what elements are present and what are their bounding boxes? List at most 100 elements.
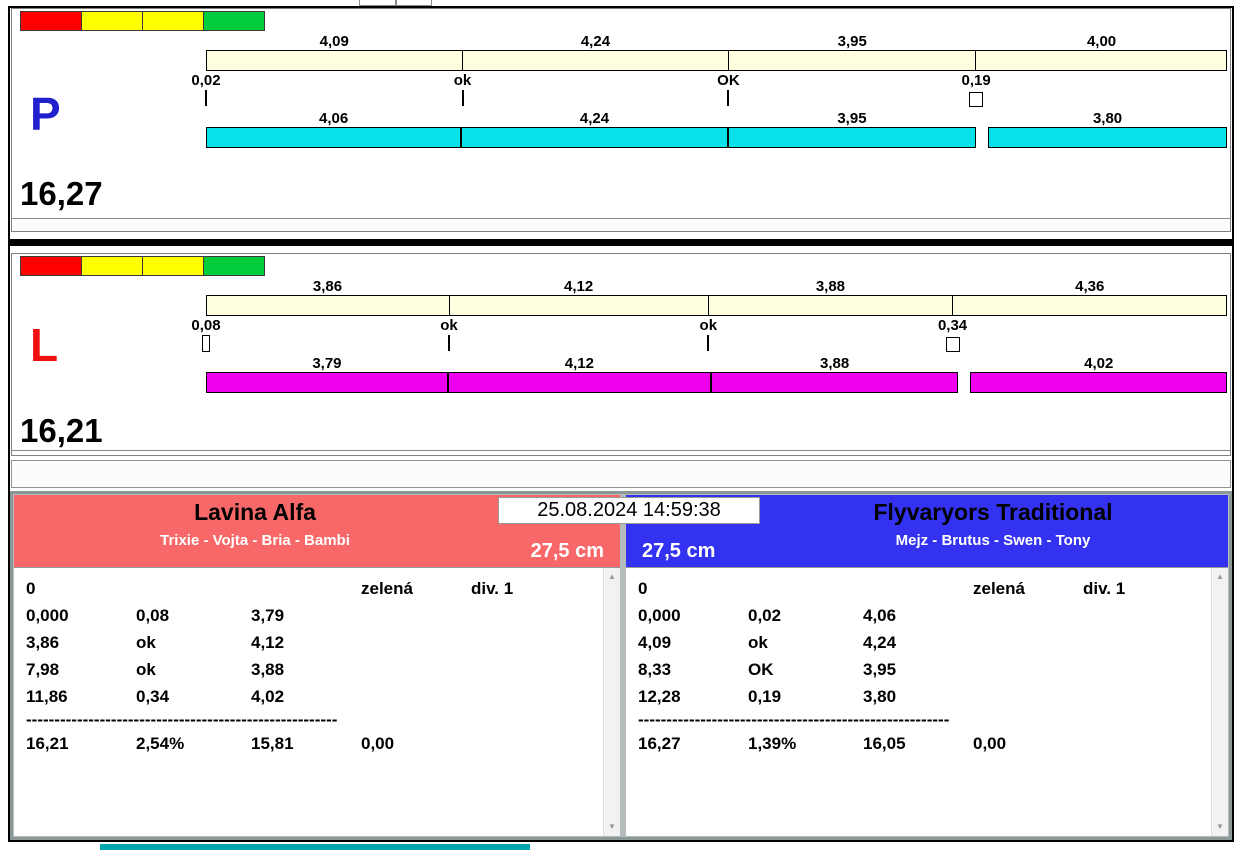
result-row: 4,09 ok 4,24 [638, 629, 1206, 656]
fault-checkbox[interactable] [969, 92, 984, 107]
traffic-light-segment [203, 11, 265, 31]
lane-track: 4,09 4,24 3,95 4,00 0,02 ok OK 0,19 4,06 4,24 3,… [191, 33, 1228, 148]
result-cell [361, 683, 471, 710]
traffic-light [20, 11, 265, 31]
result-cell [361, 656, 471, 683]
result-cell [748, 575, 863, 602]
segment-time: 4,00 [1086, 33, 1117, 50]
scroll-up-icon[interactable]: ▲ [604, 569, 620, 585]
result-cell [471, 602, 598, 629]
segment-time: 4,12 [564, 278, 594, 295]
time-bar-segment [727, 127, 977, 148]
result-cell: 0,02 [748, 606, 782, 625]
segment-time: 4,24 [580, 33, 611, 50]
segment-time: 3,95 [837, 33, 867, 50]
time-bar-segment [206, 372, 448, 393]
result-cell: 4,06 [863, 606, 897, 625]
segment-time: 4,12 [564, 355, 594, 372]
changeover-marker: ok [440, 317, 458, 334]
scroll-down-icon[interactable]: ▼ [604, 819, 620, 835]
result-row: 11,86 0,34 4,02 [26, 683, 598, 710]
scroll-up-icon[interactable]: ▲ [1212, 569, 1228, 585]
result-cell: 4,02 [251, 687, 285, 706]
segment-time: 3,86 [312, 278, 343, 295]
result-row: 8,33 OK 3,95 [638, 656, 1206, 683]
result-cell [1083, 656, 1206, 683]
result-cell: 3,79 [251, 606, 285, 625]
team-results[interactable]: 0 zelená div. 1 0,000 0,02 4,06 4,09 ok 4,24 8,33… [626, 567, 1228, 836]
lane-bottom-strip [12, 450, 1230, 455]
traffic-light-segment [142, 256, 204, 276]
empty-strip [11, 460, 1231, 488]
result-cell: 11,86 [26, 687, 68, 706]
result-cell [471, 629, 598, 656]
changeover-marker: ok [453, 72, 472, 89]
time-bar-segment [710, 372, 959, 393]
segment-time: 3,88 [815, 278, 846, 295]
result-row: 0,000 0,02 4,06 [638, 602, 1206, 629]
result-cell [1083, 730, 1206, 757]
scoreboard: Lavina Alfa Trixie - Vojta - Bria - Bamb… [10, 491, 1232, 840]
scrollbar[interactable]: ▲ ▼ [1211, 568, 1228, 836]
result-cell: 2,54% [136, 734, 185, 753]
team-results[interactable]: 0 zelená div. 1 0,000 0,08 3,79 3,86 ok 4,12 7,98… [14, 567, 620, 836]
traffic-light-segment [81, 256, 143, 276]
result-cell: 4,09 [638, 633, 672, 652]
result-cell: ok [136, 633, 156, 652]
scrollbar[interactable]: ▲ ▼ [603, 568, 620, 836]
race-timestamp: 25.08.2024 14:59:38 [498, 497, 760, 524]
result-cell: zelená [973, 579, 1025, 598]
segment-time: 4,36 [1075, 278, 1105, 295]
marker-row: 0,08 ok ok 0,34 [191, 316, 1227, 335]
lower-times-row: 4,06 4,24 3,95 3,80 [206, 110, 1227, 127]
taskbar-fragment [100, 844, 530, 850]
result-cell: 7,98 [26, 660, 60, 679]
result-cell: 0,000 [26, 606, 69, 625]
result-cell [471, 730, 598, 757]
changeover-marker: 0,02 [191, 72, 221, 89]
segment-time: 4,09 [319, 33, 349, 50]
changeover-marker: ok [699, 317, 718, 334]
result-cell [1083, 683, 1206, 710]
result-cell [361, 629, 471, 656]
lane-panel-p: P 4,09 4,24 3,95 4,00 0,02 ok OK 0,19 4,06 4,24… [11, 8, 1231, 232]
result-cell [973, 683, 1083, 710]
upper-time-bar [206, 295, 1227, 316]
fault-checkbox[interactable] [945, 337, 960, 352]
lane-divider [10, 239, 1232, 246]
time-bar-segment [951, 296, 1226, 315]
result-cell: 1,39% [748, 734, 797, 753]
changeover-marker: 0,19 [961, 72, 991, 89]
lane-letter: L [30, 319, 59, 371]
scroll-down-icon[interactable]: ▼ [1212, 819, 1228, 835]
result-cell: 16,21 [26, 734, 69, 753]
lane-time-bar [206, 127, 1228, 148]
boundary-tick [727, 90, 730, 106]
time-bar-segment [988, 127, 1228, 148]
segment-time: 4,24 [579, 110, 610, 127]
results-rows: 0 zelená div. 1 0,000 0,02 4,06 4,09 ok 4,24 8,33… [626, 568, 1228, 757]
team-members: Mejz - Brutus - Swen - Tony [895, 532, 1091, 549]
changeover-marker: 0,08 [191, 317, 221, 334]
lower-times-row: 3,79 4,12 3,88 4,02 [206, 355, 1227, 372]
result-cell: 8,33 [638, 660, 672, 679]
team-panel-right: Flyvaryors Traditional Mejz - Brutus - S… [626, 495, 1228, 836]
traffic-light-segment [81, 11, 143, 31]
result-cell: 4,24 [863, 633, 897, 652]
result-cell: 0,19 [748, 687, 782, 706]
time-bar-segment [207, 51, 463, 70]
segment-time: 3,88 [820, 355, 850, 372]
lane-total: 16,27 [20, 175, 103, 212]
result-row: 0 zelená div. 1 [638, 575, 1206, 602]
result-row: 16,21 2,54% 15,81 0,00 [26, 730, 598, 757]
result-cell: 16,05 [863, 734, 906, 753]
segment-time: 4,02 [1084, 355, 1114, 372]
changeover-marker: 0,34 [937, 317, 968, 334]
lane-panel-l: L 3,86 4,12 3,88 4,36 0,08 ok ok 0,34 3,79 4,12… [11, 253, 1231, 456]
result-row: 0 zelená div. 1 [26, 575, 598, 602]
team-name: Lavina Alfa [194, 499, 316, 525]
team-panel-left: Lavina Alfa Trixie - Vojta - Bria - Bamb… [14, 495, 620, 836]
result-cell: 3,88 [251, 660, 285, 679]
lane-total: 16,21 [20, 412, 103, 449]
result-cell [251, 575, 361, 602]
